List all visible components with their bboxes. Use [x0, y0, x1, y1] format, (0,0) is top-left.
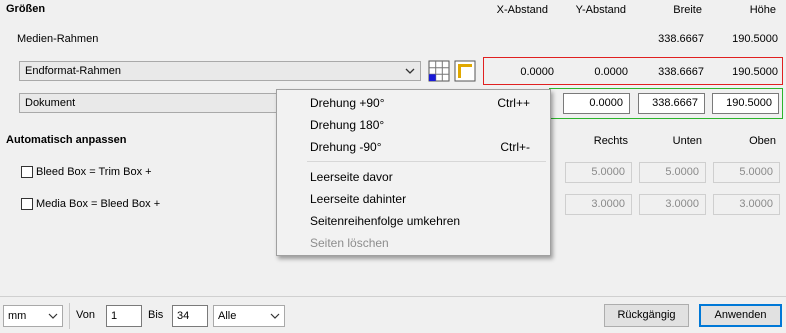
chevron-down-icon: [405, 68, 415, 74]
trim-y-offset: 0.0000: [594, 66, 628, 78]
chevron-down-icon: [48, 313, 58, 319]
media-frame-label: Medien-Rahmen: [17, 33, 99, 45]
menu-item-delete-pages: Seiten löschen: [310, 236, 389, 250]
shortcut-rotate-plus-90: Ctrl++: [497, 96, 530, 110]
document-height-input[interactable]: 190.5000: [712, 93, 779, 114]
menu-item-rotate-180[interactable]: Drehung 180°: [310, 118, 384, 132]
from-label: Von: [76, 309, 95, 321]
bleed-box-checkbox[interactable]: [21, 166, 33, 178]
header-top: Oben: [749, 135, 776, 147]
page-corner-icon[interactable]: [454, 60, 476, 82]
from-page-input[interactable]: 1: [106, 305, 142, 327]
media-right-input[interactable]: 3.0000: [565, 194, 632, 215]
media-box-checkbox[interactable]: [21, 198, 33, 210]
bleed-box-label: Bleed Box = Trim Box +: [36, 166, 152, 178]
menu-item-blank-after[interactable]: Leerseite dahinter: [310, 192, 406, 206]
context-menu: Drehung +90° Ctrl++ Drehung 180° Drehung…: [276, 89, 551, 256]
trim-width: 338.6667: [658, 66, 704, 78]
media-bottom-input[interactable]: 3.0000: [639, 194, 706, 215]
to-label: Bis: [148, 309, 164, 321]
trim-x-offset: 0.0000: [520, 66, 554, 78]
document-y-offset-input[interactable]: 0.0000: [563, 93, 630, 114]
trim-height: 190.5000: [732, 66, 778, 78]
pages-select[interactable]: Alle: [213, 305, 285, 327]
media-box-label: Media Box = Bleed Box +: [36, 198, 161, 210]
document-select-value: Dokument: [25, 97, 76, 109]
media-top-input[interactable]: 3.0000: [713, 194, 780, 215]
media-frame-height: 190.5000: [732, 33, 778, 45]
pages-select-value: Alle: [218, 310, 237, 322]
bleed-bottom-input[interactable]: 5.0000: [639, 162, 706, 183]
trim-box-select-value: Endformat-Rahmen: [25, 65, 121, 77]
trim-box-select[interactable]: Endformat-Rahmen: [19, 61, 421, 81]
bleed-top-input[interactable]: 5.0000: [713, 162, 780, 183]
divider: [69, 303, 70, 329]
menu-item-rotate-plus-90[interactable]: Drehung +90°: [310, 96, 385, 110]
menu-separator: [307, 161, 546, 162]
to-page-input[interactable]: 34: [172, 305, 208, 327]
document-select[interactable]: Dokument: [19, 93, 294, 113]
chevron-down-icon: [270, 313, 280, 319]
grid-layout-icon[interactable]: [428, 60, 450, 82]
document-width-input[interactable]: 338.6667: [638, 93, 705, 114]
shortcut-rotate-minus-90: Ctrl+-: [500, 140, 530, 154]
undo-button[interactable]: Rückgängig: [604, 304, 689, 327]
bleed-right-input[interactable]: 5.0000: [565, 162, 632, 183]
unit-select[interactable]: mm: [3, 305, 63, 327]
header-x-offset: X-Abstand: [496, 4, 548, 16]
menu-item-reverse-order[interactable]: Seitenreihenfolge umkehren: [310, 214, 460, 228]
unit-select-value: mm: [8, 310, 27, 322]
apply-button[interactable]: Anwenden: [699, 304, 782, 327]
header-height: Höhe: [749, 4, 776, 16]
menu-item-blank-before[interactable]: Leerseite davor: [310, 170, 393, 184]
menu-item-rotate-minus-90[interactable]: Drehung -90°: [310, 140, 382, 154]
section-title-sizes: Größen: [6, 3, 46, 15]
header-y-offset: Y-Abstand: [575, 4, 626, 16]
bottom-bar: mm Von 1 Bis 34 Alle Rückgängig Anwenden: [0, 296, 786, 333]
auto-adjust-title: Automatisch anpassen: [6, 134, 127, 146]
